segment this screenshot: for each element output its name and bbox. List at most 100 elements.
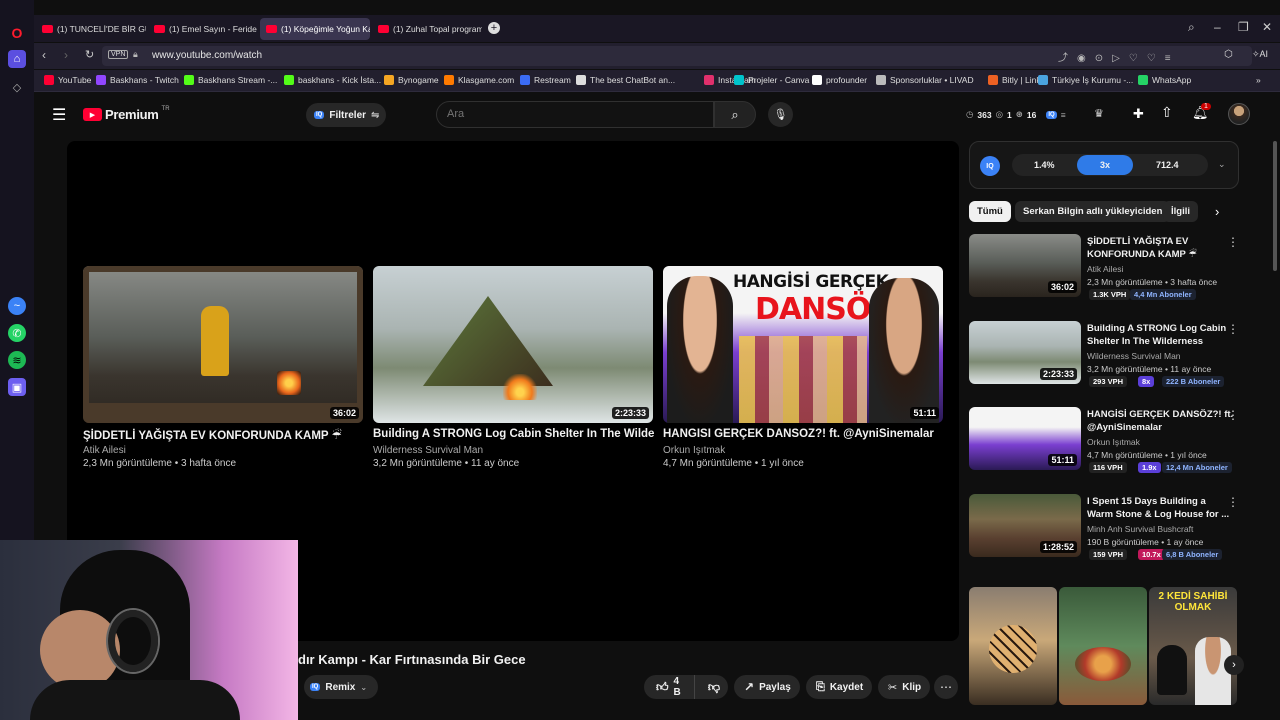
related-thumbnail[interactable]: 2:23:33	[969, 321, 1081, 384]
dislike-button[interactable]: 👎︎	[700, 680, 728, 695]
bookmark-item[interactable]: Bitly | Links	[988, 75, 1045, 85]
pin-icon[interactable]: ◇	[8, 78, 26, 96]
bookmark-item[interactable]: profounder	[812, 75, 867, 85]
endscreen-title[interactable]: ŞİDDETLİ YAĞIŞTA EV KONFORUNDA KAMP ☔	[83, 428, 365, 442]
like-button[interactable]: 👍︎ 4 B	[644, 675, 695, 699]
related-channel[interactable]: Wilderness Survival Man	[1087, 351, 1181, 361]
spotify-icon[interactable]: ≋	[8, 351, 26, 369]
mic-button[interactable]: 🎙︎	[768, 102, 793, 127]
related-title[interactable]: KONFORUNDA KAMP ☔	[1087, 248, 1197, 261]
shorts-thumbnail[interactable]	[1059, 587, 1147, 705]
search-box[interactable]	[436, 101, 714, 128]
bookmark-item[interactable]: Bynogame	[384, 75, 439, 85]
reload-icon[interactable]: ↻	[85, 48, 94, 61]
chip-uploader[interactable]: Serkan Bilgin adlı yükleyiciden	[1015, 201, 1171, 222]
player-icon[interactable]: ▣	[8, 378, 26, 396]
avatar[interactable]	[1228, 103, 1250, 125]
related-title[interactable]: @AyniSinemalar	[1087, 421, 1162, 434]
bookmark-item[interactable]: Sponsorluklar • LIVAD	[876, 75, 974, 85]
back-icon[interactable]: ‹	[42, 48, 46, 62]
more-options-icon[interactable]: ⋮	[1227, 322, 1239, 336]
upload-icon[interactable]: ⇧	[1161, 104, 1173, 121]
search-tabs-icon[interactable]: ⌕	[1188, 20, 1195, 35]
related-channel[interactable]: Orkun Işıtmak	[1087, 437, 1140, 447]
search-input[interactable]	[447, 108, 697, 120]
vpn-badge[interactable]: VPN	[108, 50, 129, 59]
chevron-right-icon[interactable]: ›	[1215, 204, 1219, 219]
bookmark-item[interactable]: Türkiye İş Kurumu -...	[1038, 75, 1133, 85]
more-options-icon[interactable]: ⋮	[1227, 495, 1239, 509]
tab[interactable]: (1) Emel Sayın - Feride (OR	[148, 18, 258, 40]
save-button[interactable]: ⎘ Kaydet	[806, 675, 872, 699]
create-icon[interactable]: ✚	[1133, 106, 1144, 122]
bookmark-item[interactable]: Baskhans Stream -...	[184, 75, 277, 85]
related-channel[interactable]: Minh Anh Survival Bushcraft	[1087, 524, 1193, 534]
filters-button[interactable]: IQ Filtreler ⇋	[306, 103, 386, 127]
shorts-thumbnail[interactable]: 2 KEDİ SAHİBİ OLMAK	[1149, 587, 1237, 705]
related-title[interactable]: Shelter In The Wilderness	[1087, 335, 1203, 348]
related-thumbnail[interactable]: 51:11	[969, 407, 1081, 470]
extension-icons[interactable]: ⤴◉⊙▷♡♡≡	[1058, 49, 1180, 64]
bookmark-item[interactable]: YouTube	[44, 75, 91, 85]
endscreen-title[interactable]: HANGİSİ GERÇEK DANSÖZ?! ft. @AyniSinemal…	[663, 428, 945, 440]
share-button[interactable]: ↗ Paylaş	[734, 675, 800, 699]
bookmark-item[interactable]: Baskhans - Twitch	[96, 75, 179, 85]
endscreen-thumbnail[interactable]: HANGİSİ GERÇEK DANSÖZ 51:11	[663, 266, 943, 423]
opera-logo-icon[interactable]: O	[8, 24, 26, 42]
menu-icon[interactable]: ☰	[52, 105, 66, 125]
bookmark-item[interactable]: baskhans - Kick İsta...	[284, 75, 381, 85]
url-field[interactable]: VPN 🔒︎ www.youtube.com/watch ⤴◉⊙▷♡♡≡	[102, 46, 1252, 66]
messenger-icon[interactable]: ~	[8, 297, 26, 315]
more-options-icon[interactable]: ⋮	[1227, 408, 1239, 422]
tab[interactable]: (1) Zuhal Topal programı	[372, 18, 482, 40]
endscreen-channel[interactable]: Wilderness Survival Man	[373, 445, 483, 456]
whatsapp-icon[interactable]: ✆	[8, 324, 26, 342]
shorts-next-button[interactable]: ›	[1224, 655, 1244, 675]
more-options-icon[interactable]: ⋮	[1227, 235, 1239, 249]
bookmarks-more-icon[interactable]: »	[1256, 75, 1261, 85]
endscreen-channel[interactable]: Atik Ailesi	[83, 445, 126, 456]
close-icon[interactable]: ✕	[1262, 20, 1272, 34]
endscreen-thumbnail[interactable]: 2:23:33	[373, 266, 653, 423]
related-title[interactable]: Warm Stone & Log House for ...	[1087, 508, 1229, 521]
more-actions-button[interactable]: ⋯	[934, 675, 958, 699]
list-icon[interactable]: ≡	[1061, 110, 1066, 120]
bookmark-item[interactable]: WhatsApp	[1138, 75, 1191, 85]
related-thumbnail[interactable]: 1:28:52	[969, 494, 1081, 557]
related-channel[interactable]: Atik Ailesi	[1087, 264, 1123, 274]
related-title[interactable]: HANGİSİ GERÇEK DANSÖZ?! ft.	[1087, 408, 1233, 421]
new-tab-icon[interactable]: +	[488, 22, 500, 34]
clip-button[interactable]: ✂ Klip	[878, 675, 930, 699]
related-title[interactable]: ŞİDDETLİ YAĞIŞTA EV	[1087, 235, 1188, 248]
bookmark-item[interactable]: The best ChatBot an...	[576, 75, 675, 85]
youtube-logo[interactable]: ▶ Premium TR	[83, 105, 170, 122]
scrollbar[interactable]	[1273, 141, 1277, 271]
home-icon[interactable]: ⌂	[8, 50, 26, 68]
logo-country: TR	[161, 105, 170, 112]
trophy-icon[interactable]: ♛	[1094, 107, 1104, 120]
remix-button[interactable]: IQ Remix ⌄	[304, 675, 378, 699]
chip-related[interactable]: İlgili	[1163, 201, 1198, 222]
forward-icon[interactable]: ›	[64, 48, 68, 62]
chip-all[interactable]: Tümü	[969, 201, 1011, 222]
bookmark-label: Bynogame	[398, 75, 439, 85]
bookmark-item[interactable]: Projeler - Canva	[734, 75, 809, 85]
bookmark-item[interactable]: Restream	[520, 75, 571, 85]
tab-active[interactable]: (1) Köpeğimle Yoğun Kar	[260, 18, 370, 40]
iq-metric-2[interactable]: 3x	[1077, 155, 1133, 175]
bookmark-item[interactable]: Klasgame.com	[444, 75, 514, 85]
search-button[interactable]: ⌕	[714, 101, 756, 128]
related-title[interactable]: Building A STRONG Log Cabin	[1087, 322, 1226, 335]
tab[interactable]: (1) TUNCELİ'DE BİR GÜNDE	[36, 18, 146, 40]
chevron-down-icon[interactable]: ⌄	[1218, 159, 1226, 170]
related-thumbnail[interactable]: 36:02	[969, 234, 1081, 297]
minimize-icon[interactable]: –	[1214, 20, 1221, 34]
ai-button[interactable]: ✧AI	[1252, 49, 1268, 60]
extensions-icon[interactable]: ⬡	[1224, 49, 1233, 60]
endscreen-title[interactable]: Building A STRONG Log Cabin Shelter In T…	[373, 428, 655, 440]
maximize-icon[interactable]: ❐	[1238, 20, 1249, 34]
related-title[interactable]: I Spent 15 Days Building a	[1087, 495, 1206, 508]
endscreen-channel[interactable]: Orkun Işıtmak	[663, 445, 725, 456]
shorts-thumbnail[interactable]	[969, 587, 1057, 705]
endscreen-thumbnail[interactable]: 36:02	[83, 266, 363, 423]
